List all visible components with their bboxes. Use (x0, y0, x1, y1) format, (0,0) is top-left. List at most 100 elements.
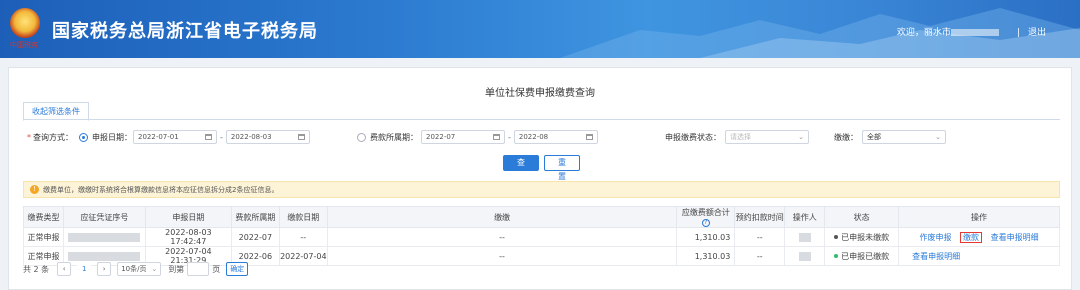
payment-select[interactable]: 全部 ⌄ (862, 130, 946, 144)
logout-link[interactable]: 退出 (1028, 28, 1046, 38)
view-detail-link[interactable]: 查看申报明细 (912, 252, 960, 261)
col-header: 操作 (898, 206, 1060, 228)
declare-date-from[interactable]: 2022-07-01 (133, 130, 217, 144)
redacted-block (68, 251, 141, 261)
cell-reserve-time: -- (734, 227, 786, 247)
declare-date-to[interactable]: 2022-08-03 (225, 130, 310, 144)
query-button[interactable]: 查 询 (503, 155, 539, 181)
reset-button[interactable]: 重 置 (544, 155, 580, 181)
pay-link[interactable]: 缴款 (960, 231, 983, 243)
payment-value: 全部 (867, 133, 881, 141)
calendar-icon (585, 134, 593, 140)
cell-pay-date: -- (278, 227, 328, 247)
pay-status-label: 申报缴费状态： (665, 132, 721, 142)
divider: | (1016, 28, 1020, 38)
col-header: 应征凭证序号 (62, 206, 146, 228)
main-panel: 单位社保费申报缴费查询 收起筛选条件 * 查询方式： 申报日期： 2022-07… (8, 67, 1072, 290)
cell-reserve-time: -- (734, 246, 786, 266)
payment-group: 缴缴： 全部 ⌄ (834, 130, 946, 144)
pay-status-group: 申报缴费状态： 请选择 ⌄ (665, 130, 809, 144)
cell-operator-redacted (784, 246, 826, 266)
redacted-username (950, 29, 999, 36)
goto-confirm-button[interactable]: 确定 (226, 262, 249, 276)
col-header: 申报日期 (144, 206, 232, 228)
status-dot (834, 254, 839, 258)
cell-fee-period: 2022-07 (230, 227, 280, 247)
tax-emblem-icon (10, 8, 40, 38)
page-size-select[interactable]: 10条/页 ⌄ (117, 262, 162, 276)
cell-payment: -- (326, 227, 678, 247)
warning-icon: ! (30, 185, 39, 194)
page-unit: 页 (212, 264, 221, 274)
col-header: 缴缴 (326, 206, 678, 228)
declare-date-to-value: 2022-08-03 (230, 133, 272, 141)
declare-date-radio[interactable] (79, 132, 88, 142)
cell-amount: 1,310.03 (676, 246, 736, 266)
declare-date-range: 2022-07-01 - 2022-08-03 (133, 130, 310, 144)
cell-actions: 作废申报 缴款 查看申报明细 (898, 227, 1060, 247)
col-header: 预约扣款时间 (734, 206, 786, 228)
page-number[interactable]: 1 (77, 262, 92, 276)
goto-page-input[interactable] (187, 262, 210, 276)
cell-amount: 1,310.03 (676, 227, 736, 247)
query-method-group: * 查询方式： 申报日期： (27, 130, 132, 144)
fee-period-range: 2022-07 - 2022-08 (421, 130, 598, 144)
fee-period-from-value: 2022-07 (426, 133, 456, 141)
welcome-text: 欢迎，丽水市 (896, 28, 951, 38)
help-icon[interactable]: ? (701, 218, 710, 227)
cell-declare-date: 2022-08-03 17:42:47 (144, 227, 232, 247)
col-header-amount: 应缴费额合计 ? (676, 206, 736, 228)
redacted-block (798, 251, 811, 261)
cell-actions: 查看申报明细 (898, 246, 1060, 266)
table-row: 正常申报 2022-08-03 17:42:47 2022-07 -- -- 1… (23, 227, 1060, 247)
status-text: 已申报未缴款 (841, 232, 890, 242)
declare-date-label: 申报日期： (92, 132, 132, 142)
view-detail-link[interactable]: 查看申报明细 (991, 233, 1039, 242)
cell-status: 已申报未缴款 (824, 227, 900, 247)
declaration-table: 缴费类型 应征凭证序号 申报日期 费款所属期 缴款日期 缴缴 应缴费额合计 ? … (23, 206, 1060, 266)
void-declaration-link[interactable]: 作废申报 (920, 233, 952, 242)
cell-payment: -- (326, 246, 678, 266)
payment-label: 缴缴： (834, 132, 858, 142)
emblem-caption: 中国税务 (10, 41, 38, 49)
query-method-label: 查询方式： (33, 132, 73, 142)
pay-status-placeholder: 请选择 (730, 133, 751, 141)
table-header: 缴费类型 应征凭证序号 申报日期 费款所属期 缴款日期 缴缴 应缴费额合计 ? … (23, 206, 1060, 228)
pagination: 共 2 条 ‹ 1 › 10条/页 ⌄ 到第 页 确定 (23, 261, 251, 277)
notice-bar: ! 缴费单位，缴缴时系统将合根算缴款信息将本应征信息拆分成2条应征信息。 (23, 181, 1060, 198)
user-area: 欢迎，丽水市 | 退出 (897, 25, 1046, 38)
status-text: 已申报已缴款 (841, 251, 890, 261)
cell-type: 正常申报 (23, 227, 64, 247)
range-dash: - (220, 132, 223, 142)
range-dash: - (508, 132, 511, 142)
declare-date-from-value: 2022-07-01 (138, 133, 179, 141)
fee-period-to[interactable]: 2022-08 (513, 130, 598, 144)
redacted-block (68, 232, 141, 242)
col-header: 缴费类型 (23, 206, 64, 228)
site-title: 国家税务总局浙江省电子税务局 (52, 21, 318, 42)
pay-status-select[interactable]: 请选择 ⌄ (725, 130, 809, 144)
page-title: 单位社保费申报缴费查询 (485, 88, 595, 99)
cell-status: 已申报已缴款 (824, 246, 900, 266)
fee-period-to-value: 2022-08 (518, 133, 549, 141)
col-header-text: 应缴费额合计 (681, 208, 730, 217)
prev-page-button[interactable]: ‹ (57, 262, 72, 276)
fee-period-group: 费款所属期： (351, 130, 418, 144)
calendar-icon (297, 134, 305, 140)
fee-period-radio[interactable] (357, 132, 366, 142)
chevron-down-icon: ⌄ (151, 265, 158, 273)
col-header: 费款所属期 (230, 206, 280, 228)
next-page-button[interactable]: › (97, 262, 112, 276)
calendar-icon (205, 134, 212, 140)
col-header: 状态 (824, 206, 900, 228)
page-size-value: 10条/页 (121, 265, 147, 273)
redacted-block (798, 232, 811, 242)
cell-operator-redacted (784, 227, 826, 247)
col-header: 缴款日期 (278, 206, 328, 228)
status-dot (834, 235, 839, 239)
required-mark: * (27, 132, 31, 142)
notice-text: 缴费单位，缴缴时系统将合根算缴款信息将本应征信息拆分成2条应征信息。 (43, 185, 279, 194)
fee-period-from[interactable]: 2022-07 (421, 130, 505, 144)
chevron-down-icon: ⌄ (798, 133, 804, 141)
cell-pay-date: 2022-07-04 (278, 246, 328, 266)
